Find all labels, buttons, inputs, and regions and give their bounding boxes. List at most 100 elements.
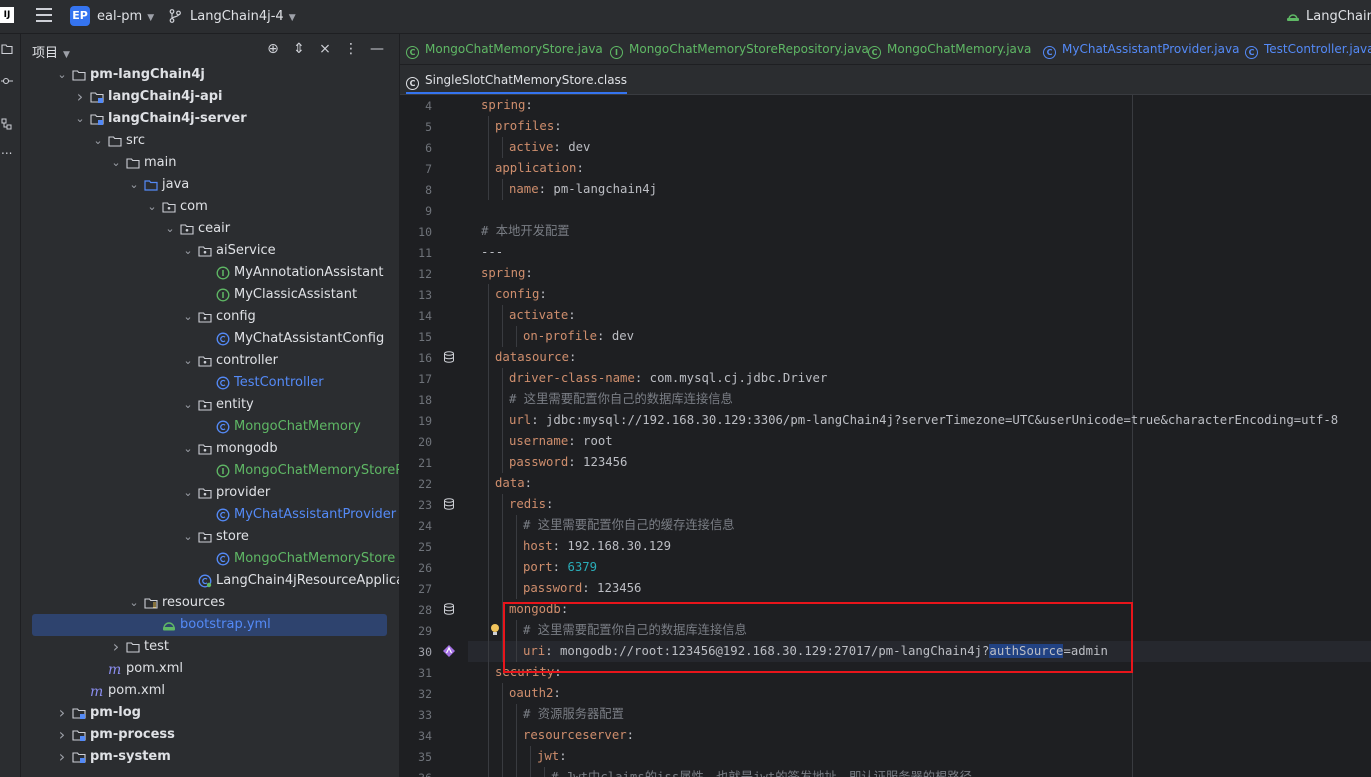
tree-item[interactable]: m pom.xml: [21, 658, 399, 680]
chevron-down-icon[interactable]: ⌄: [75, 108, 85, 130]
tree-item[interactable]: bootstrap.yml: [32, 614, 387, 636]
panel-title[interactable]: 项目 ▼: [32, 42, 70, 61]
editor-tab[interactable]: I MongoChatMemoryStoreRepository.java: [610, 34, 869, 64]
indent-guide: [516, 578, 517, 599]
tree-item[interactable]: MyAnnotationAssistant: [21, 262, 399, 284]
chevron-right-icon[interactable]: ›: [57, 746, 67, 768]
code-line: activate:: [509, 305, 576, 326]
tree-item-label: MyAnnotationAssistant: [234, 265, 384, 280]
indent-guide: [516, 725, 517, 746]
chevron-down-icon[interactable]: ⌄: [183, 526, 193, 548]
code-line: resourceserver:: [523, 725, 634, 746]
project-badge[interactable]: EP: [70, 6, 90, 26]
chevron-down-icon[interactable]: ⌄: [93, 130, 103, 152]
code-line: # 资源服务器配置: [523, 704, 624, 725]
tree-item[interactable]: ⌄ aiService: [21, 240, 399, 262]
editor-tab[interactable]: C TestController.java: [1245, 34, 1371, 64]
editor-tab[interactable]: C MyChatAssistantProvider.java: [1043, 34, 1239, 64]
tree-item[interactable]: ⌄ src: [21, 130, 399, 152]
tree-item[interactable]: ⌄ langChain4j-server: [21, 108, 399, 130]
tree-item[interactable]: › pm-process: [21, 724, 399, 746]
package-icon: [180, 222, 194, 236]
tree-item[interactable]: MongoChatMemoryStore: [21, 548, 399, 570]
tree-item[interactable]: ⌄ config: [21, 306, 399, 328]
chevron-right-icon[interactable]: ›: [57, 702, 67, 724]
expand-all-icon[interactable]: ⇕: [291, 41, 307, 57]
chevron-right-icon[interactable]: ›: [111, 636, 121, 658]
tree-item[interactable]: › pm-log: [21, 702, 399, 724]
chevron-down-icon[interactable]: ⌄: [183, 240, 193, 262]
chevron-down-icon[interactable]: ⌄: [111, 152, 121, 174]
editor-tab[interactable]: C MongoChatMemoryStore.java: [406, 34, 603, 64]
structure-icon[interactable]: [1, 118, 13, 130]
tree-item[interactable]: MyChatAssistantConfig: [21, 328, 399, 350]
tree-item[interactable]: ⌄ provider: [21, 482, 399, 504]
git-branch-icon[interactable]: [169, 9, 181, 23]
chevron-down-icon[interactable]: ⌄: [183, 350, 193, 372]
chevron-down-icon[interactable]: ⌄: [129, 592, 139, 614]
folder-icon[interactable]: [1, 43, 13, 55]
tree-item[interactable]: ⌄ resources: [21, 592, 399, 614]
redis-icon[interactable]: [443, 498, 455, 510]
project-selector[interactable]: eal-pm ▼: [97, 9, 154, 24]
tree-item[interactable]: › pm-system: [21, 746, 399, 768]
indent-guide: [544, 767, 545, 777]
chevron-right-icon[interactable]: ›: [57, 724, 67, 746]
collapse-all-icon[interactable]: ⨯: [317, 41, 333, 57]
tree-item[interactable]: ⌄ com: [21, 196, 399, 218]
commit-icon[interactable]: [1, 75, 13, 87]
line-number: 17: [418, 372, 432, 386]
chevron-down-icon[interactable]: ⌄: [57, 64, 67, 86]
yaml-key: redis: [509, 497, 547, 511]
chevron-down-icon[interactable]: ⌄: [183, 438, 193, 460]
chevron-down-icon: ▼: [147, 13, 155, 23]
tree-item[interactable]: › test: [21, 636, 399, 658]
db-icon[interactable]: [443, 603, 455, 615]
tree-item[interactable]: ⌄ pm-langChain4j: [21, 64, 399, 86]
tree-item[interactable]: ⌄ java: [21, 174, 399, 196]
run-config-selector[interactable]: LangChain4j: [1306, 9, 1371, 24]
chevron-down-icon[interactable]: ⌄: [183, 482, 193, 504]
tree-item[interactable]: ⌄ store: [21, 526, 399, 548]
tree-item[interactable]: ⌄ controller: [21, 350, 399, 372]
tree-item[interactable]: TestController: [21, 372, 399, 394]
code-editor[interactable]: 4 5 6 7 8 9 10 11 12 13 14 15 16 17 18 19 20 21 22 23 24 25 26…: [400, 95, 1371, 777]
tree-item[interactable]: MongoChatMemory: [21, 416, 399, 438]
indent-guide: [488, 347, 489, 368]
tree-item[interactable]: ⌄ entity: [21, 394, 399, 416]
tree-item[interactable]: MyClassicAssistant: [21, 284, 399, 306]
chevron-right-icon[interactable]: ›: [75, 86, 85, 108]
yaml-key: spring: [481, 266, 526, 280]
chevron-down-icon[interactable]: ⌄: [147, 196, 157, 218]
yaml-comment: # 本地开发配置: [481, 224, 570, 238]
editor-tab[interactable]: C SingleSlotChatMemoryStore.class: [406, 65, 628, 94]
main-menu-icon[interactable]: [36, 8, 52, 22]
chevron-down-icon[interactable]: ⌄: [183, 394, 193, 416]
line-number: 36: [400, 771, 432, 777]
tree-item[interactable]: ⌄ ceair: [21, 218, 399, 240]
db-icon[interactable]: [443, 351, 455, 363]
ai-icon[interactable]: [443, 645, 455, 657]
hide-icon[interactable]: —: [369, 41, 385, 57]
chevron-down-icon[interactable]: ⌄: [183, 306, 193, 328]
tree-item-label: MyChatAssistantProvider: [234, 507, 397, 522]
class-icon: C: [406, 77, 419, 90]
branch-selector[interactable]: LangChain4j-4 ▼: [190, 9, 296, 24]
tree-item-label: java: [162, 177, 190, 192]
chevron-down-icon[interactable]: ⌄: [165, 218, 175, 240]
tree-item[interactable]: MyChatAssistantProvider: [21, 504, 399, 526]
locate-icon[interactable]: ⊕: [265, 41, 281, 57]
tree-item[interactable]: › langChain4j-api: [21, 86, 399, 108]
tree-item[interactable]: ⌄ main: [21, 152, 399, 174]
tree-item[interactable]: LangChain4jResourceApplicati: [21, 570, 399, 592]
bulb-icon[interactable]: [489, 623, 501, 635]
chevron-down-icon[interactable]: ⌄: [129, 174, 139, 196]
code-line: # 这里需要配置你自己的缓存连接信息: [523, 515, 735, 536]
options-icon[interactable]: ⋮: [343, 41, 359, 57]
tree-item[interactable]: m pom.xml: [21, 680, 399, 702]
editor-tab[interactable]: C MongoChatMemory.java: [868, 34, 1031, 64]
tree-item[interactable]: ⌄ mongodb: [21, 438, 399, 460]
indent-guide: [488, 704, 489, 725]
more-icon[interactable]: ...: [1, 144, 13, 156]
tree-item[interactable]: MongoChatMemoryStoreR: [21, 460, 399, 482]
